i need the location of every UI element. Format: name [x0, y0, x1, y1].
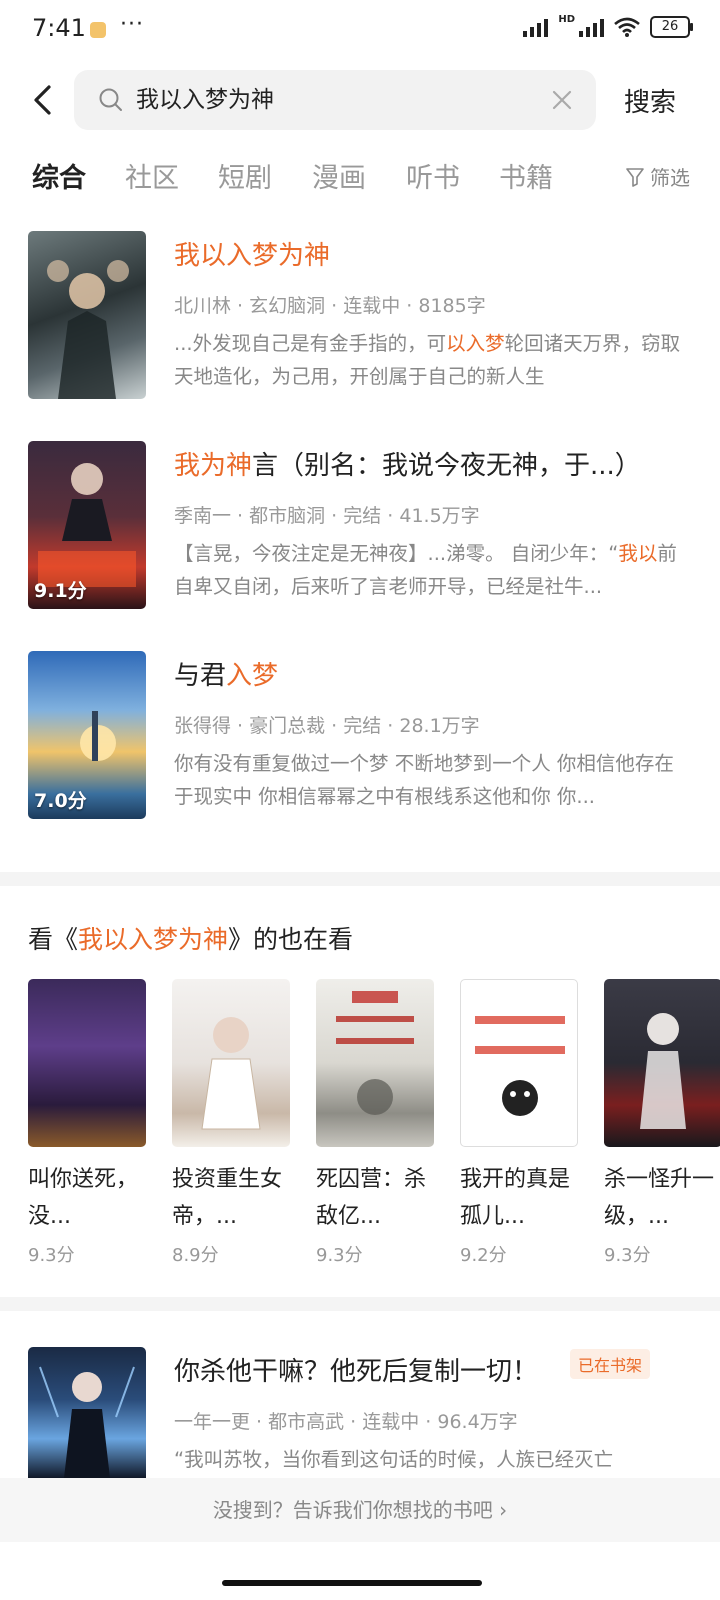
section-divider [0, 1297, 720, 1311]
chevron-left-icon [34, 85, 51, 115]
book-meta: 一年一更 · 都市高武 · 连载中 · 96.4万字 [174, 1411, 518, 1433]
book-cover [28, 231, 146, 399]
book-description: “我叫苏牧，当你看到这句话的时候，人族已经灭亡 [174, 1448, 614, 1471]
book-rating: 9.3分 [28, 1245, 75, 1266]
status-indicators: HD 26 [523, 13, 693, 38]
close-icon[interactable] [550, 88, 574, 112]
book-cover [460, 979, 578, 1147]
recommended-book[interactable]: 叫你送死，没... 9.3分 [28, 979, 146, 1267]
search-icon [99, 88, 122, 111]
status-time: 7:41 [32, 14, 86, 42]
tab-community[interactable]: 社区 [125, 156, 179, 195]
book-title: 叫你送死，没... [28, 1167, 139, 1229]
cover-art [640, 1013, 686, 1129]
book-rating: 9.2分 [460, 1245, 507, 1266]
also-reading-title: 看《我以入梦为神》的也在看 [28, 925, 354, 954]
book-rating: 9.3分 [316, 1245, 363, 1266]
category-tabs: 综合 社区 短剧 漫画 听书 书籍 筛选 [0, 156, 720, 202]
search-button[interactable]: 搜索 [624, 82, 676, 119]
book-cover [604, 979, 720, 1147]
search-result[interactable]: 我以入梦为神 北川林 · 玄幻脑洞 · 连载中 · 8185字 ...外发现自己… [0, 231, 720, 401]
book-cover [316, 979, 434, 1147]
recommended-book[interactable]: 杀一怪升一级，... 9.3分 [604, 979, 720, 1267]
book-title: 你杀他干嘛？他死后复制一切！ [174, 1357, 539, 1387]
wifi-icon [614, 17, 640, 37]
tab-short-drama[interactable]: 短剧 [218, 156, 272, 195]
cover-art [201, 1017, 261, 1130]
book-meta: 张得得 · 豪门总裁 · 完结 · 28.1万字 [174, 715, 480, 737]
tab-comics[interactable]: 漫画 [312, 156, 366, 195]
cover-art [336, 991, 414, 1115]
network-label: HD [558, 13, 575, 25]
cover-art [39, 1366, 135, 1478]
signal-icon [523, 17, 549, 37]
signal-2-icon [579, 17, 604, 37]
book-cover [172, 979, 290, 1147]
book-description: ...外发现自己是有金手指的，可以入梦轮回诸天万界，窃取天地造化，为己用，开创属… [174, 332, 681, 388]
book-description: 【言晃，今夜注定是无神夜】...涕零。 自闭少年：“我以前自卑又自闭，后来听了言… [174, 542, 677, 598]
app-notification-icon [90, 22, 106, 38]
search-header: 搜索 [0, 70, 720, 132]
search-result[interactable]: 9.1分 我为神言（别名：我说今夜无神，于...） 季南一 · 都市脑洞 · 完… [0, 441, 720, 611]
search-box[interactable] [74, 70, 596, 130]
book-description: 你有没有重复做过一个梦 不断地梦到一个人 你相信他存在于现实中 你相信幂幂之中有… [174, 752, 674, 808]
tab-books[interactable]: 书籍 [499, 156, 553, 195]
book-cover [28, 1347, 146, 1478]
not-found-feedback-bar[interactable]: 没搜到？告诉我们你想找的书吧 › [0, 1478, 720, 1542]
tab-comprehensive[interactable]: 综合 [32, 156, 86, 195]
more-notifications-icon: ··· [120, 12, 144, 37]
book-cover: 7.0分 [28, 651, 146, 819]
recommended-book[interactable]: 我开的真是孤儿... 9.2分 [460, 979, 578, 1267]
recommended-book[interactable]: 投资重生女帝，... 8.9分 [172, 979, 290, 1267]
cover-rating: 7.0分 [34, 790, 87, 812]
book-meta: 季南一 · 都市脑洞 · 完结 · 41.5万字 [174, 505, 480, 527]
book-title: 死囚营：杀敌亿... [316, 1167, 427, 1229]
book-cover [28, 979, 146, 1147]
book-title: 杀一怪升一级，... [604, 1167, 715, 1229]
book-meta: 北川林 · 玄幻脑洞 · 连载中 · 8185字 [174, 295, 486, 317]
book-cover: 9.1分 [28, 441, 146, 609]
book-title: 我为神言（别名：我说今夜无神，于...） [174, 451, 641, 481]
book-rating: 9.3分 [604, 1245, 651, 1266]
section-divider [0, 872, 720, 886]
search-input[interactable] [136, 70, 536, 130]
book-title: 与君入梦 [174, 661, 279, 691]
on-shelf-badge: 已在书架 [570, 1349, 651, 1379]
search-result[interactable]: 7.0分 与君入梦 张得得 · 豪门总裁 · 完结 · 28.1万字 你有没有重… [0, 651, 720, 821]
book-rating: 8.9分 [172, 1245, 219, 1266]
book-title: 我开的真是孤儿... [460, 1167, 571, 1229]
filter-button[interactable]: 筛选 [626, 162, 690, 191]
battery-icon: 26 [650, 16, 693, 38]
filter-icon [626, 167, 644, 187]
home-indicator[interactable] [222, 1580, 482, 1586]
cover-art [475, 1016, 565, 1116]
cover-art [47, 260, 129, 399]
book-title: 我以入梦为神 [174, 241, 331, 271]
cover-rating: 9.1分 [34, 580, 87, 602]
book-title: 投资重生女帝，... [172, 1167, 283, 1229]
tab-audiobooks[interactable]: 听书 [406, 156, 460, 195]
recommended-book[interactable]: 死囚营：杀敌亿... 9.3分 [316, 979, 434, 1267]
filter-label: 筛选 [650, 166, 690, 190]
status-bar: 7:41 ··· HD 26 [0, 0, 720, 62]
back-button[interactable] [20, 78, 64, 122]
